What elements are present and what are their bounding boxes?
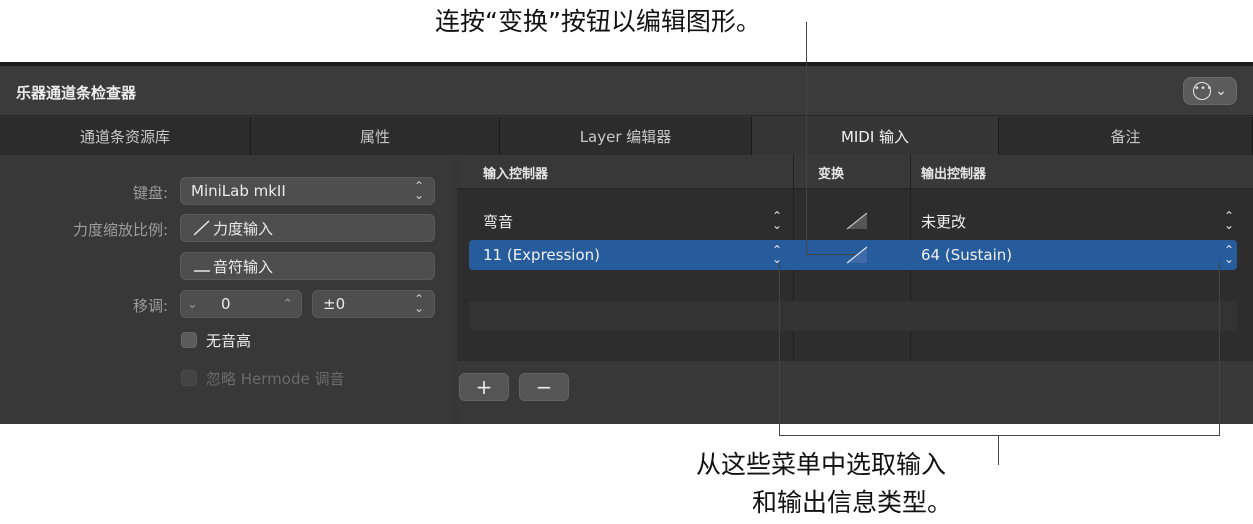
empty-table-row [469, 301, 1237, 331]
leader-line [998, 435, 999, 465]
table-row[interactable]: 弯音 ⌃ ⌄ 未更改 ⌃ ⌄ [469, 206, 1237, 236]
transpose-stepper[interactable]: ⌄ 0 ⌃ [180, 290, 302, 318]
transform-curve-icon [846, 246, 868, 264]
no-pitch-label: 无音高 [206, 332, 252, 350]
input-controller-cell[interactable]: 弯音 [483, 206, 513, 236]
leader-line [779, 435, 1220, 436]
updown-chevron-icon[interactable]: ⌃ ⌄ [1224, 240, 1234, 270]
output-controller-cell[interactable]: 64 (Sustain) [921, 240, 1012, 270]
inspector-title: 乐器通道条检查器 [16, 84, 137, 102]
table-row-selected[interactable]: 11 (Expression) ⌃ ⌄ 64 (Sustain) ⌃ ⌄ [469, 240, 1237, 270]
keyboard-value: MiniLab mkII [191, 182, 286, 200]
updown-chevron-icon: ⌃ ⌄ [413, 179, 424, 202]
flat-line-icon [194, 270, 210, 272]
callout-transform: 连按“变换”按钮以编辑图形。 [435, 7, 761, 36]
tab-bar: 通道条资源库 属性 Layer 编辑器 MIDI 输入 备注 [0, 117, 1253, 155]
table-footer: + − [457, 361, 1253, 424]
updown-chevron-icon: ⌃ ⌄ [413, 292, 424, 315]
leader-line [779, 262, 780, 436]
no-pitch-checkbox[interactable] [181, 332, 197, 348]
chevron-down-icon[interactable]: ⌄ [187, 297, 198, 312]
transpose-label: 移调: [132, 297, 168, 315]
tab-attributes[interactable]: 属性 [251, 117, 500, 155]
figure-stage: 连按“变换”按钮以编辑图形。 乐器通道条检查器 ••• ⌄ 通道条资源库 属性 … [0, 0, 1253, 524]
tab-notes[interactable]: 备注 [999, 117, 1253, 155]
transform-header: 变换 [818, 166, 845, 182]
ignore-hermode-checkbox [181, 370, 197, 386]
ellipsis-circle-icon: ••• [1193, 82, 1212, 100]
input-controller-header: 输入控制器 [483, 166, 549, 182]
leader-line [1219, 262, 1220, 436]
more-options-button[interactable]: ••• ⌄ [1183, 77, 1237, 105]
output-controller-cell[interactable]: 未更改 [921, 206, 966, 236]
ignore-hermode-label: 忽略 Hermode 调音 [206, 370, 345, 388]
input-controller-cell[interactable]: 11 (Expression) [483, 240, 600, 270]
callout-menus-line2: 和输出信息类型。 [752, 488, 953, 517]
updown-chevron-icon[interactable]: ⌃ ⌄ [772, 240, 782, 270]
updown-chevron-icon[interactable]: ⌃ ⌄ [1224, 206, 1234, 236]
note-input-label: 音符输入 [213, 257, 274, 276]
controller-table: 输入控制器 变换 输出控制器 弯音 ⌃ ⌄ 未更改 ⌃ ⌄ 11 (Expressi… [457, 155, 1253, 361]
transform-button[interactable] [845, 240, 869, 270]
keyboard-label: 键盘: [132, 184, 168, 202]
tab-midi-input[interactable]: MIDI 输入 [752, 117, 999, 155]
velocity-input-label: 力度输入 [213, 219, 274, 238]
keyboard-settings-pane: 键盘: MiniLab mkII ⌃ ⌄ 力度缩放比例: 力度输入 音符输入 移调… [0, 155, 455, 424]
transpose-value: 0 [221, 295, 231, 313]
updown-chevron-icon[interactable]: ⌃ ⌄ [772, 206, 782, 236]
output-controller-header: 输出控制器 [921, 166, 987, 182]
chevron-down-icon: ⌄ [1215, 83, 1227, 99]
velocity-scaling-label: 力度缩放比例: [72, 221, 168, 239]
chevron-up-icon[interactable]: ⌃ [282, 297, 293, 312]
transpose-offset-select[interactable]: ±0 ⌃ ⌄ [312, 290, 435, 318]
transform-button[interactable] [845, 206, 869, 236]
callout-menus: 从这些菜单中选取输入 和输出信息类型。 [690, 446, 952, 522]
instrument-channel-strip-inspector: 乐器通道条检查器 ••• ⌄ 通道条资源库 属性 Layer 编辑器 MIDI … [0, 62, 1253, 424]
leader-line [806, 254, 856, 255]
transpose-offset-value: ±0 [323, 295, 346, 313]
table-header [457, 155, 1253, 189]
callout-menus-line1: 从这些菜单中选取输入 [696, 450, 947, 479]
velocity-curve-icon [193, 220, 210, 236]
transform-curve-icon [846, 212, 868, 230]
velocity-input-button[interactable]: 力度输入 [180, 214, 435, 242]
remove-button[interactable]: − [519, 373, 569, 401]
inspector-titlebar: 乐器通道条检查器 ••• ⌄ [0, 66, 1253, 116]
add-button[interactable]: + [459, 373, 509, 401]
tab-channel-strip-library[interactable]: 通道条资源库 [0, 117, 251, 155]
tab-layer-editor[interactable]: Layer 编辑器 [500, 117, 752, 155]
leader-line [806, 22, 807, 254]
keyboard-select[interactable]: MiniLab mkII ⌃ ⌄ [180, 177, 435, 205]
note-input-button[interactable]: 音符输入 [180, 252, 435, 280]
midi-controller-mapping-pane: 输入控制器 变换 输出控制器 弯音 ⌃ ⌄ 未更改 ⌃ ⌄ 11 (Expressi… [457, 155, 1253, 424]
